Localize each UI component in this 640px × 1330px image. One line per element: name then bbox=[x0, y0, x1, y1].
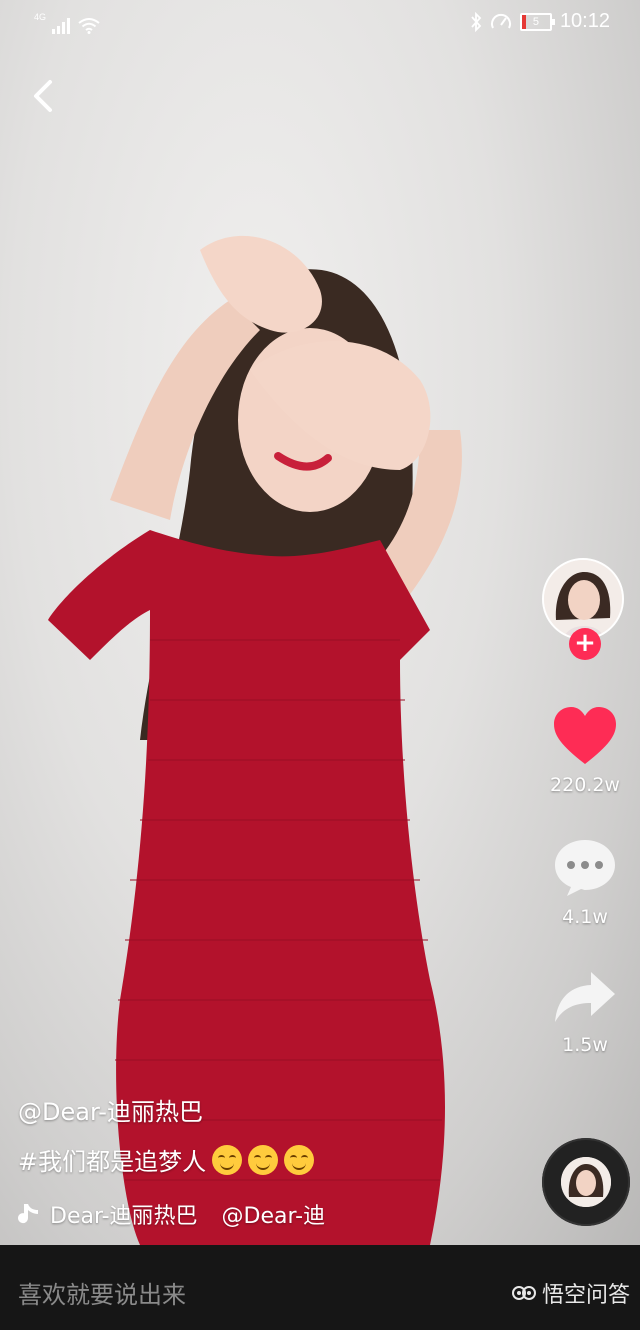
comment-button[interactable]: 4.1w bbox=[540, 838, 630, 928]
author-handle[interactable]: @Dear-迪丽热巴 bbox=[18, 1092, 203, 1127]
like-count: 220.2w bbox=[550, 774, 620, 796]
battery-icon: 5 bbox=[519, 12, 555, 31]
clock: 10:12 bbox=[559, 10, 610, 32]
hashtag-link[interactable]: #我们都是追梦人 bbox=[18, 1142, 206, 1177]
comment-bar: 喜欢就要说出来 悟空问答 bbox=[0, 1245, 640, 1330]
watermark: 悟空问答 bbox=[511, 1277, 630, 1309]
wifi-icon bbox=[78, 18, 100, 34]
music-disc-cover bbox=[561, 1157, 611, 1207]
smile-emoji-icon bbox=[248, 1144, 279, 1175]
network-type: 4G bbox=[34, 12, 47, 22]
smile-emoji-icon bbox=[284, 1144, 315, 1175]
status-bar: 4G 5 10:12 bbox=[0, 0, 640, 46]
watermark-text: 悟空问答 bbox=[541, 1283, 630, 1308]
comment-count: 4.1w bbox=[562, 906, 608, 928]
author-avatar-group[interactable]: + bbox=[542, 558, 628, 660]
share-arrow-icon bbox=[555, 972, 615, 1022]
speed-gauge-icon bbox=[490, 13, 511, 28]
share-count: 1.5w bbox=[562, 1034, 608, 1056]
smile-emoji-icon bbox=[212, 1144, 243, 1175]
music-disc[interactable] bbox=[542, 1138, 630, 1226]
video-description: #我们都是追梦人 bbox=[18, 1142, 315, 1177]
music-note-icon bbox=[18, 1204, 38, 1224]
follow-button[interactable]: + bbox=[569, 628, 601, 660]
music-title: Dear-迪丽热巴 bbox=[50, 1204, 198, 1229]
back-arrow-icon[interactable] bbox=[24, 76, 64, 116]
disc-cover-portrait-icon bbox=[561, 1157, 611, 1207]
music-info[interactable]: Dear-迪丽热巴 @Dear-迪 bbox=[18, 1198, 325, 1230]
bluetooth-icon bbox=[471, 11, 482, 32]
like-button[interactable]: 220.2w bbox=[540, 706, 630, 796]
comment-input[interactable]: 喜欢就要说出来 bbox=[18, 1275, 186, 1310]
video-player[interactable]: 4G 5 10:12 + 220.2w 4.1w 1.5w @Dear-迪丽热巴… bbox=[0, 0, 640, 1245]
signal-icon bbox=[52, 18, 71, 34]
heart-icon bbox=[554, 707, 616, 764]
battery-level: 5 bbox=[532, 15, 539, 28]
comment-bubble-icon bbox=[555, 840, 615, 896]
avatar-portrait-icon bbox=[544, 560, 622, 638]
share-button[interactable]: 1.5w bbox=[540, 970, 630, 1056]
music-author: @Dear-迪 bbox=[221, 1204, 326, 1229]
wukong-logo-icon bbox=[511, 1286, 536, 1300]
